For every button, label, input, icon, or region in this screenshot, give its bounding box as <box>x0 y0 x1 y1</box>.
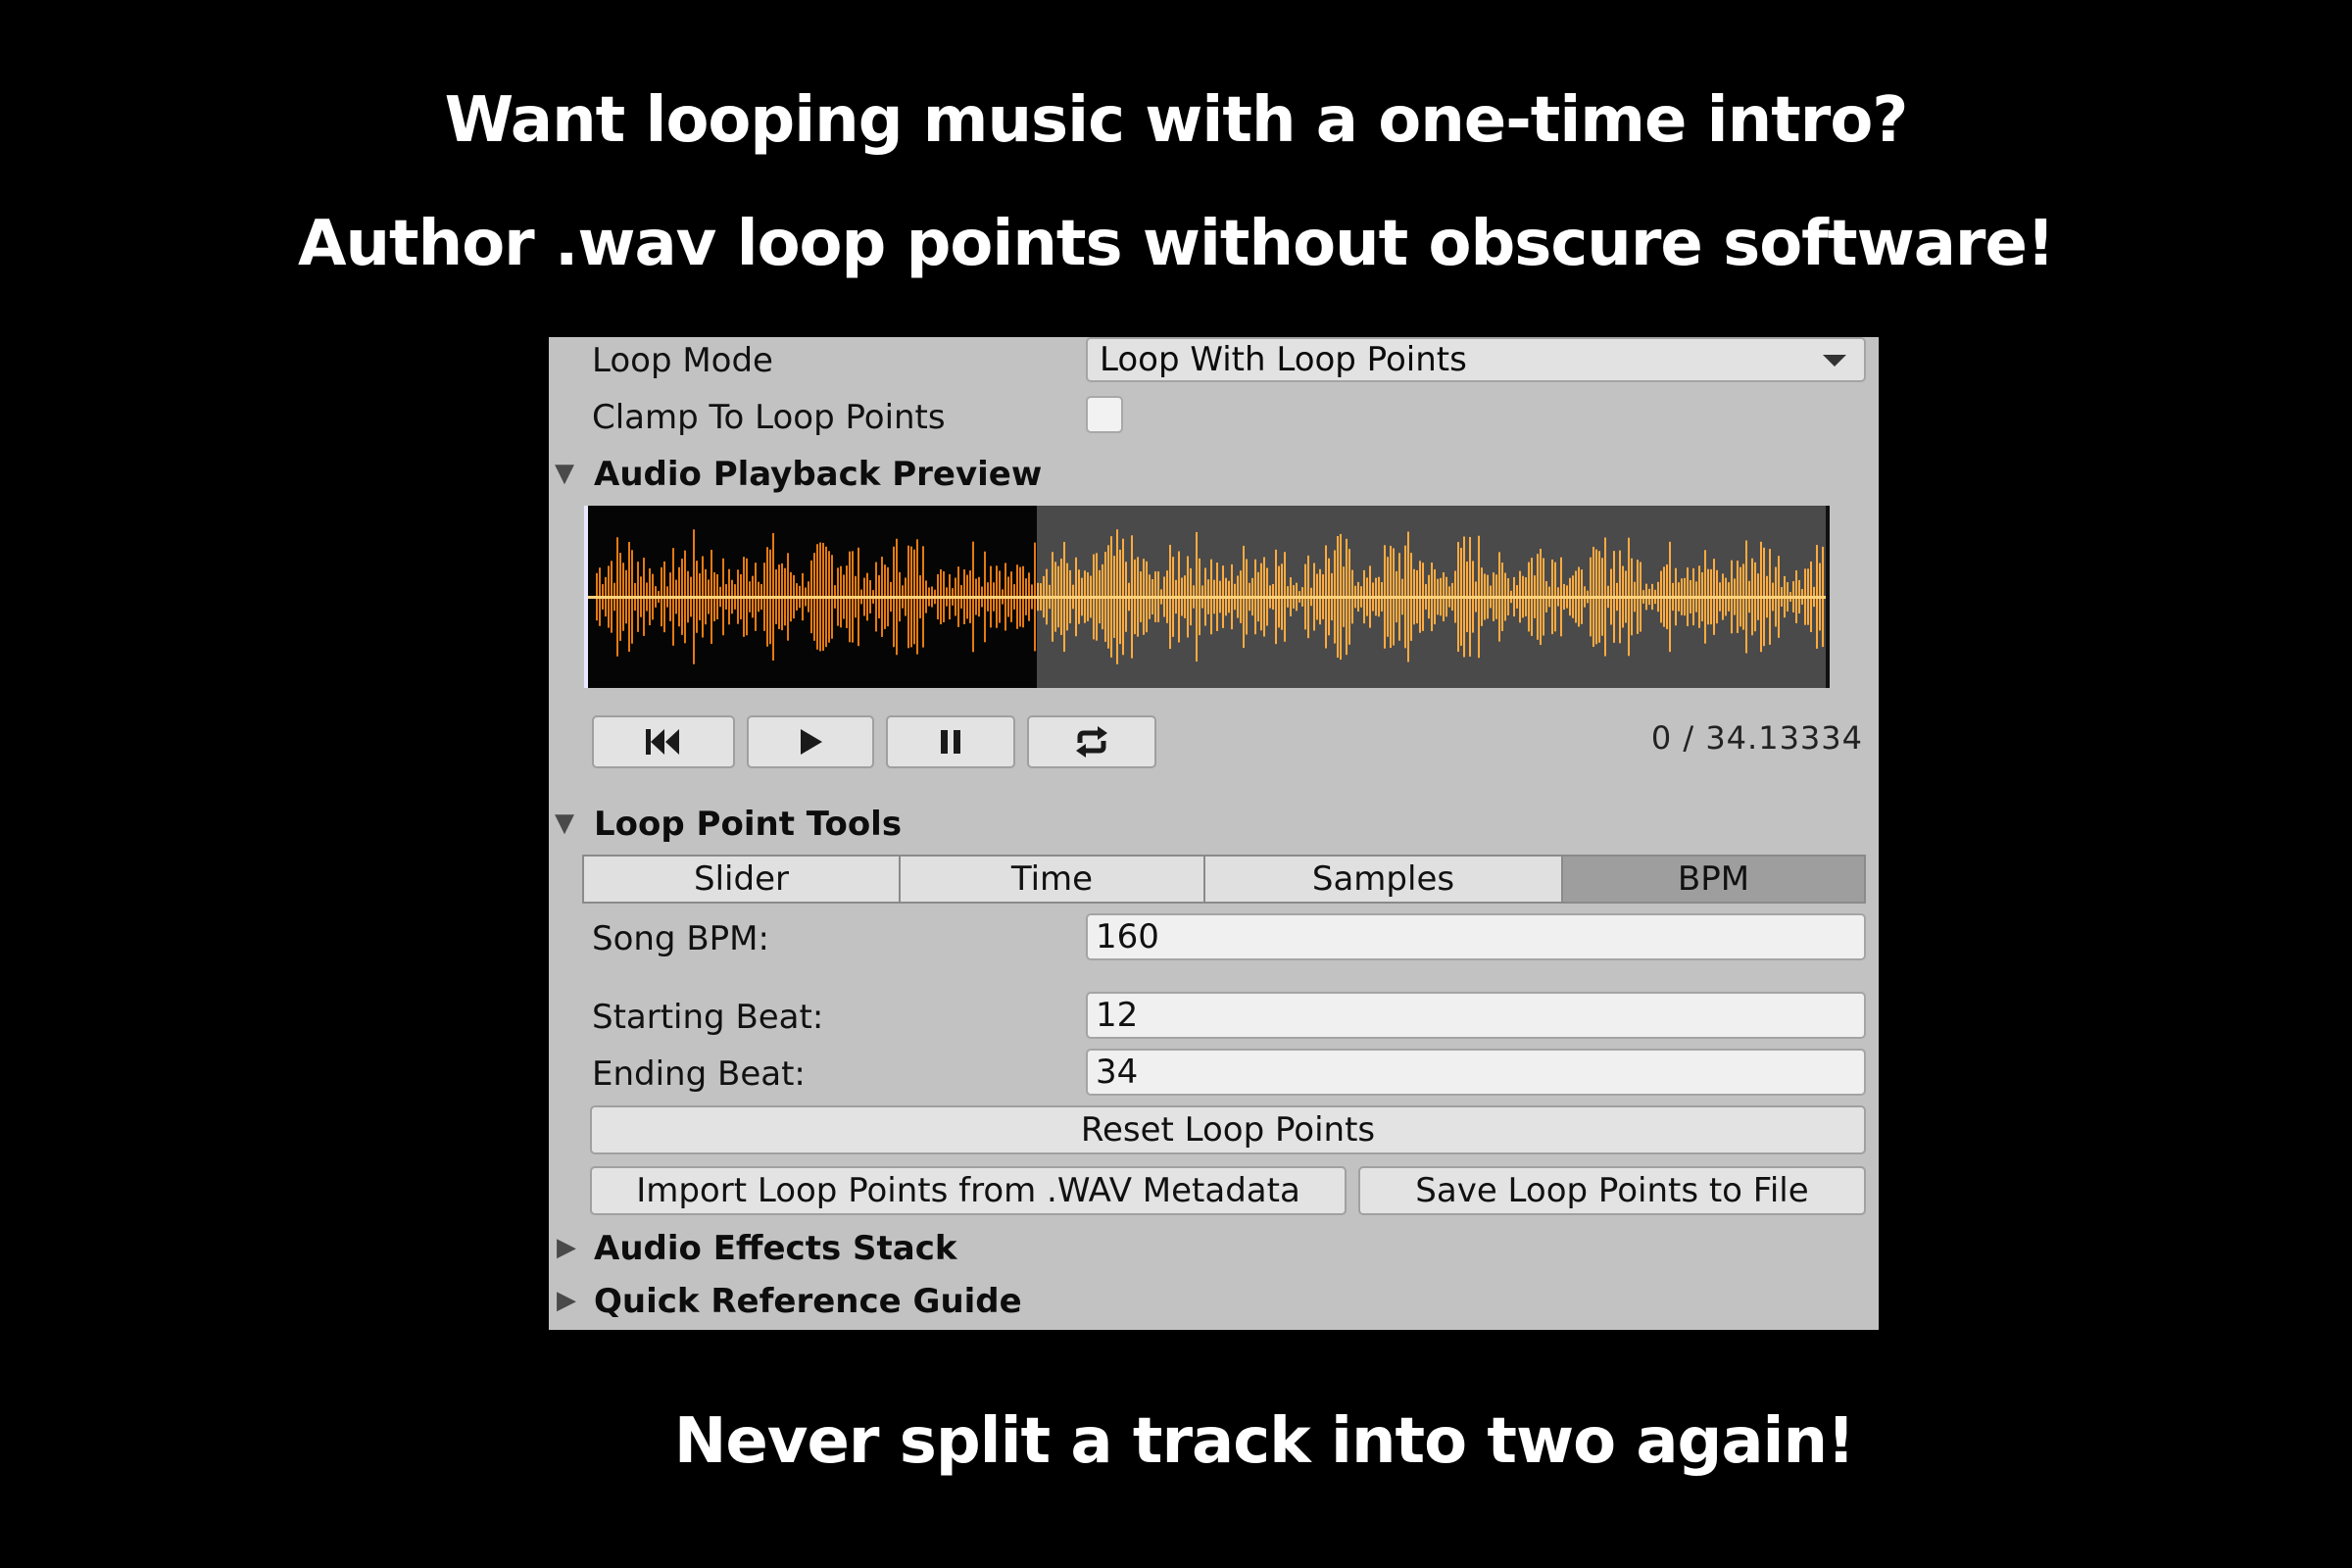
ending-beat-label: Ending Beat: <box>592 1054 806 1094</box>
reset-loop-points-button[interactable]: Reset Loop Points <box>590 1105 1866 1154</box>
loop-tool-tabs: Slider Time Samples BPM <box>582 855 1866 904</box>
tab-samples[interactable]: Samples <box>1205 857 1563 902</box>
headline-pitch: Author .wav loop points without obscure … <box>297 208 2055 280</box>
waveform-centerline <box>588 596 1826 599</box>
foldout-playback-preview[interactable]: Audio Playback Preview <box>594 455 1042 494</box>
foldout-loop-point-tools[interactable]: Loop Point Tools <box>594 805 902 844</box>
headline-question: Want looping music with a one-time intro… <box>444 84 1909 157</box>
tab-time[interactable]: Time <box>901 857 1205 902</box>
headline-tagline: Never split a track into two again! <box>673 1405 1855 1478</box>
starting-beat-field[interactable]: 12 <box>1086 992 1866 1039</box>
ending-beat-field[interactable]: 34 <box>1086 1049 1866 1096</box>
pause-button[interactable] <box>886 715 1015 768</box>
pause-icon <box>941 730 960 754</box>
foldout-quick-reference-guide[interactable]: Quick Reference Guide <box>594 1282 1022 1321</box>
waveform-preview[interactable] <box>584 506 1830 688</box>
loop-mode-dropdown[interactable]: Loop With Loop Points <box>1086 337 1866 382</box>
rewind-button[interactable] <box>592 715 735 768</box>
loop-mode-label: Loop Mode <box>592 341 773 380</box>
loop-mode-value: Loop With Loop Points <box>1100 340 1467 379</box>
clamp-checkbox[interactable] <box>1086 396 1123 433</box>
skip-to-start-icon <box>646 729 679 755</box>
play-icon <box>801 729 822 755</box>
waveform-graph <box>588 529 1826 664</box>
playback-timecode: 0 / 34.13334 <box>1650 719 1863 757</box>
loop-icon <box>1076 726 1107 758</box>
tab-slider[interactable]: Slider <box>584 857 901 902</box>
collapsed-triangle-icon[interactable]: ▶ <box>557 1233 576 1262</box>
inspector-panel: Loop Mode Loop With Loop Points Clamp To… <box>549 337 1879 1330</box>
starting-beat-label: Starting Beat: <box>592 998 824 1037</box>
save-loop-points-button[interactable]: Save Loop Points to File <box>1358 1166 1866 1215</box>
tab-bpm[interactable]: BPM <box>1563 857 1864 902</box>
expanded-triangle-icon[interactable]: ▼ <box>555 459 574 488</box>
import-loop-points-button[interactable]: Import Loop Points from .WAV Metadata <box>590 1166 1347 1215</box>
expanded-triangle-icon[interactable]: ▼ <box>555 808 574 838</box>
dropdown-arrow-icon <box>1823 355 1846 367</box>
song-bpm-field[interactable]: 160 <box>1086 913 1866 960</box>
loop-toggle-button[interactable] <box>1027 715 1156 768</box>
foldout-audio-effects-stack[interactable]: Audio Effects Stack <box>594 1229 956 1268</box>
collapsed-triangle-icon[interactable]: ▶ <box>557 1286 576 1315</box>
clamp-label: Clamp To Loop Points <box>592 398 946 437</box>
song-bpm-label: Song BPM: <box>592 919 769 958</box>
play-button[interactable] <box>747 715 874 768</box>
